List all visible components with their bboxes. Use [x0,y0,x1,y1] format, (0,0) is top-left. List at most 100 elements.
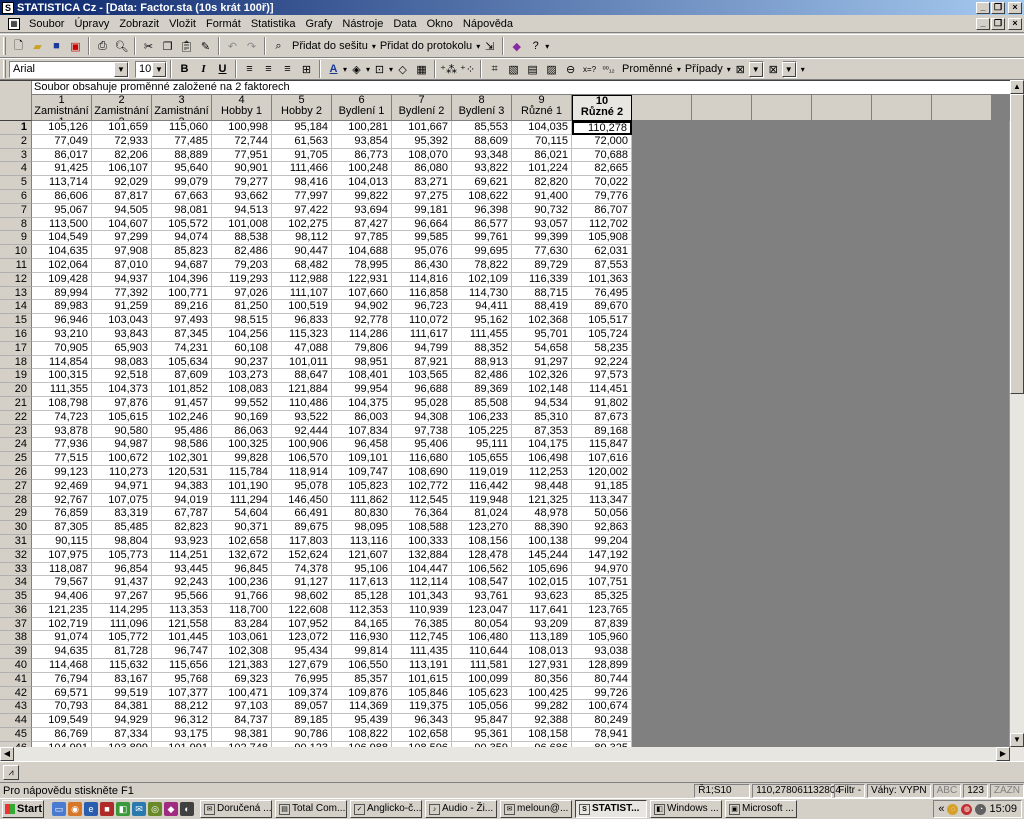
data-cell[interactable]: 121,607 [332,548,392,563]
data-cell[interactable]: 101,190 [212,479,272,494]
data-cell[interactable]: 116,442 [452,479,512,494]
data-cell[interactable]: 103,565 [392,369,452,384]
data-cell[interactable]: 76,995 [272,672,332,687]
data-cell[interactable]: 94,929 [92,714,152,729]
start-button[interactable]: Start [2,800,44,818]
data-cell[interactable]: 105,517 [572,314,632,328]
data-cell[interactable]: 80,054 [452,617,512,632]
data-cell[interactable]: 104,373 [92,383,152,397]
data-cell[interactable]: 114,816 [392,272,452,287]
data-cell[interactable]: 112,353 [332,603,392,618]
data-cell[interactable]: 113,189 [512,631,572,646]
column-header[interactable]: 6 Bydlení 1 [332,95,392,121]
data-cell[interactable]: 102,015 [512,576,572,591]
row-number[interactable]: 31 [0,534,32,549]
row-number[interactable]: 30 [0,521,32,535]
row-number[interactable]: 7 [0,203,32,218]
data-cell[interactable]: 100,771 [152,286,212,301]
data-cell[interactable]: 89,994 [32,286,92,301]
data-cell[interactable]: 89,670 [572,300,632,315]
add-to-workbook-button[interactable]: Přidat do sešitu [288,40,372,52]
data-cell[interactable]: 99,079 [152,176,212,190]
data-cell[interactable]: 99,822 [332,189,392,204]
data-cell[interactable]: 97,738 [392,424,452,439]
column-header[interactable]: 2Zamistnání 2 [92,95,152,121]
data-cell[interactable]: 86,430 [392,258,452,273]
data-cell[interactable]: 72,933 [92,134,152,149]
row-number[interactable]: 41 [0,672,32,687]
data-cell[interactable]: 105,655 [452,452,512,466]
data-cell[interactable]: 122,608 [272,603,332,618]
data-cell[interactable]: 104,013 [332,176,392,190]
data-cell[interactable]: 145,244 [512,548,572,563]
data-cell[interactable]: 96,747 [152,645,212,660]
row-number[interactable]: 28 [0,493,32,508]
data-cell[interactable]: 132,884 [392,548,452,563]
row-number[interactable]: 45 [0,728,32,742]
data-cell[interactable]: 87,353 [512,424,572,439]
data-cell[interactable]: 69,323 [212,672,272,687]
data-cell[interactable]: 110,072 [392,314,452,328]
data-cell[interactable]: 116,858 [392,286,452,301]
data-cell[interactable]: 77,485 [152,134,212,149]
data-cell[interactable]: 93,348 [452,148,512,163]
data-cell[interactable]: 109,747 [332,465,392,480]
menu-napoveda[interactable]: Nápověda [458,18,518,30]
select-all-corner[interactable] [0,81,32,121]
chevron-down-icon[interactable]: ▼ [114,61,128,77]
data-cell[interactable]: 81,024 [452,507,512,522]
minimize-button[interactable]: _ [976,1,990,14]
data-cell[interactable]: 93,522 [272,410,332,425]
row-number[interactable]: 40 [0,659,32,673]
column-header[interactable]: 3Zamistnání 3 [152,95,212,121]
data-cell[interactable]: 85,823 [152,245,212,259]
data-cell[interactable]: 107,751 [572,576,632,591]
data-cell[interactable]: 107,660 [332,286,392,301]
data-cell[interactable]: 120,002 [572,465,632,480]
data-cell[interactable]: 102,246 [152,410,212,425]
desktop-icon[interactable]: ▭ [52,802,66,816]
data-cell[interactable]: 92,029 [92,176,152,190]
task-button[interactable]: ▣ Microsoft ... [725,800,797,818]
close-button[interactable]: × [1008,1,1022,14]
data-cell[interactable]: 93,445 [152,562,212,577]
task-button[interactable]: ♪ Audio - Ži... [425,800,497,818]
data-cell[interactable]: 102,148 [512,383,572,397]
book-icon[interactable]: ◆ [507,37,526,56]
data-cell[interactable]: 108,588 [392,521,452,535]
data-cell[interactable]: 128,899 [572,659,632,673]
data-cell[interactable]: 78,822 [452,258,512,273]
data-cell[interactable]: 54,604 [212,507,272,522]
data-cell[interactable]: 114,286 [332,327,392,342]
data-cell[interactable]: 104,635 [32,245,92,259]
data-cell[interactable]: 109,549 [32,714,92,729]
row-number[interactable]: 33 [0,562,32,577]
data-cell[interactable]: 120,531 [152,465,212,480]
data-cell[interactable]: 104,688 [332,245,392,259]
data-cell[interactable]: 88,419 [512,300,572,315]
data-cell[interactable]: 68,482 [272,258,332,273]
data-cell[interactable]: 99,399 [512,231,572,246]
data-cell[interactable]: 58,235 [572,341,632,356]
data-cell[interactable]: 123,270 [452,521,512,535]
data-cell[interactable]: 100,315 [32,369,92,384]
data-cell[interactable]: 66,491 [272,507,332,522]
data-cell[interactable]: 90,732 [512,203,572,218]
data-cell[interactable]: 86,769 [32,728,92,742]
data-cell[interactable]: 95,076 [392,245,452,259]
data-cell[interactable]: 95,361 [452,728,512,742]
data-cell[interactable]: 96,723 [392,300,452,315]
data-cell[interactable]: 95,566 [152,590,212,604]
data-cell[interactable]: 111,294 [212,493,272,508]
data-cell[interactable]: 87,305 [32,521,92,535]
redo-icon[interactable]: ↷ [242,37,261,56]
data-cell[interactable]: 111,862 [332,493,392,508]
data-cell[interactable]: 94,308 [392,410,452,425]
data-cell[interactable]: 85,357 [332,672,392,687]
data-cell[interactable]: 100,519 [272,300,332,315]
data-cell[interactable]: 88,889 [152,148,212,163]
data-cell[interactable]: 50,056 [572,507,632,522]
data-cell[interactable]: 95,768 [152,672,212,687]
data-cell[interactable]: 98,951 [332,355,392,370]
data-cell[interactable]: 85,310 [512,410,572,425]
